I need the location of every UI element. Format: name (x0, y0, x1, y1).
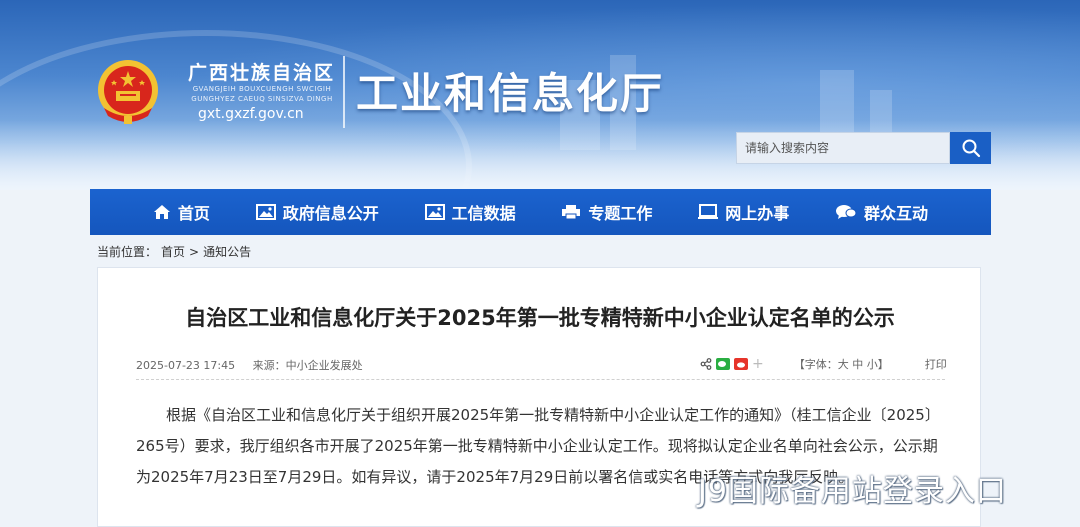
search-input[interactable]: 请输入搜索内容 (736, 132, 950, 164)
article-title: 自治区工业和信息化厅关于2025年第一批专精特新中小企业认定名单的公示 (185, 306, 895, 330)
weibo-icon[interactable] (734, 358, 748, 370)
nav-item-home[interactable]: 首页 (153, 200, 210, 224)
article-datetime: 2025-07-23 17:45 (136, 359, 236, 372)
region-name-zhuang: GVANGJEIH BOUXCUENGH SWCIGIH GUNGHYEZ CA… (191, 85, 333, 103)
department-title[interactable]: 工业和信息化厅 (356, 60, 664, 121)
nav-item-topics[interactable]: 专题工作 (561, 200, 652, 224)
main-nav: 首页 政府信息公开 工信数据 专题工作 网上办事 群众互动 (90, 189, 991, 235)
breadcrumb-home[interactable]: 首页 (161, 245, 185, 259)
breadcrumb-separator: > (189, 245, 200, 259)
image-icon (424, 204, 445, 220)
chat-icon (836, 205, 857, 219)
image-icon (255, 204, 276, 220)
search-icon (962, 139, 980, 158)
monitor-icon (698, 204, 719, 219)
nav-item-label: 首页 (177, 204, 210, 223)
search-button[interactable] (950, 132, 991, 164)
nav-item-label: 群众互动 (864, 204, 929, 223)
nav-item-label: 网上办事 (725, 204, 790, 223)
article-source: 来源：中小企业发展处 (252, 359, 363, 372)
watermark-text: J9国际备用站登录入口 (698, 474, 1007, 509)
breadcrumb-current[interactable]: 通知公告 (203, 245, 251, 259)
more-share-icon[interactable]: + (752, 356, 764, 372)
home-icon (153, 205, 170, 219)
article-meta: 2025-07-23 17:45 来源：中小企业发展处 (136, 357, 377, 373)
breadcrumb-prefix: 当前位置： (97, 245, 158, 259)
region-name: 广西壮族自治区 (188, 62, 336, 84)
article-tools: + 【字体：大 中 小】 打印 (700, 356, 947, 372)
nav-item-label: 专题工作 (588, 204, 653, 223)
nav-item-label: 工信数据 (451, 204, 516, 223)
nav-item-data[interactable]: 工信数据 (424, 200, 516, 224)
share-icon[interactable] (700, 358, 712, 370)
font-size-control[interactable]: 【字体：大 中 小】 (794, 356, 889, 372)
nav-item-label: 政府信息公开 (282, 204, 379, 223)
meta-divider (136, 379, 945, 380)
nav-item-interaction[interactable]: 群众互动 (835, 200, 928, 224)
site-url[interactable]: gxt.gxzf.gov.cn (198, 106, 304, 122)
wechat-icon[interactable] (716, 358, 730, 370)
header-divider (343, 56, 345, 128)
breadcrumb: 当前位置： 首页 > 通知公告 (97, 243, 255, 260)
print-button[interactable]: 打印 (925, 356, 947, 372)
nav-item-online-service[interactable]: 网上办事 (698, 200, 789, 224)
printer-icon (562, 205, 581, 220)
nav-item-gov-info[interactable]: 政府信息公开 (255, 200, 379, 224)
national-emblem-icon[interactable] (96, 58, 160, 126)
